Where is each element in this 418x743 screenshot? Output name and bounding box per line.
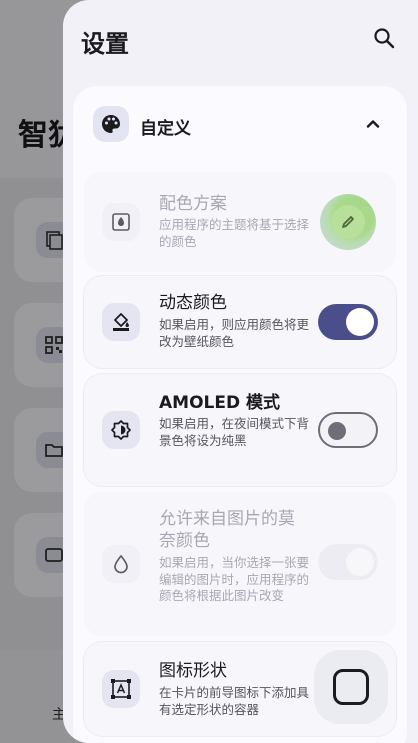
monet-toggle[interactable] (318, 544, 378, 580)
setting-title: AMOLED 模式 (159, 393, 281, 413)
dynamic-colors-toggle[interactable] (318, 304, 378, 340)
brightness-icon (102, 411, 140, 449)
palette-icon (93, 106, 129, 142)
setting-color-scheme: 配色方案 应用程序的主题将基于选择的颜色 (84, 172, 396, 272)
toggle-knob (346, 548, 374, 576)
setting-dynamic-colors[interactable]: 动态颜色 如果启用，则应用颜色将更改为壁纸颜色 (84, 276, 396, 368)
toggle-knob (346, 308, 374, 336)
setting-title: 配色方案 (159, 194, 227, 214)
group-label: 自定义 (140, 119, 191, 139)
setting-monet-from-image: 允许来自图片的莫奈颜色 如果启用，当你选择一张要编辑的图片时，应用程序的颜色将根… (84, 492, 396, 636)
setting-description: 在卡片的前导图标下添加具有选定形状的容器 (159, 685, 310, 717)
sheet-header: 设置 (63, 0, 418, 76)
toggle-knob (328, 422, 346, 440)
setting-title: 图标形状 (159, 661, 227, 681)
color-picker-button[interactable] (320, 194, 376, 250)
edit-icon (342, 216, 354, 228)
paint-bucket-icon (102, 303, 140, 341)
sheet-title: 设置 (81, 30, 129, 58)
customization-group: 自定义 配色方案 应用程序的主题将基于选择的颜色 动态颜色 如果启用，则应用颜色… (73, 86, 407, 743)
setting-title: 允许来自图片的莫奈颜色 (159, 509, 295, 551)
collapse-button[interactable] (361, 112, 385, 136)
search-button[interactable] (370, 24, 398, 52)
setting-description: 如果启用，在夜间模式下背景色将设为纯黑 (159, 416, 310, 448)
setting-title: 动态颜色 (159, 293, 227, 313)
setting-description: 如果启用，则应用颜色将更改为壁纸颜色 (159, 317, 310, 349)
icon-shape-icon (102, 670, 140, 708)
settings-sheet: 设置 自定义 配色方案 应用程序的主题将基于选择的颜色 动态颜色 如果启用，则应… (63, 0, 418, 743)
setting-icon-shape[interactable]: 图标形状 在卡片的前导图标下添加具有选定形状的容器 (84, 642, 396, 736)
rounded-square-icon (333, 669, 369, 705)
amoled-toggle[interactable] (318, 412, 378, 448)
water-drop-icon (102, 545, 140, 583)
shape-preview-button[interactable] (314, 650, 388, 724)
setting-description: 如果启用，当你选择一张要编辑的图片时，应用程序的颜色将根据此图片改变 (159, 555, 310, 603)
group-header[interactable]: 自定义 (73, 86, 407, 162)
setting-amoled-mode[interactable]: AMOLED 模式 如果启用，在夜间模式下背景色将设为纯黑 (84, 374, 396, 486)
setting-description: 应用程序的主题将基于选择的颜色 (159, 217, 310, 249)
chevron-up-icon (366, 120, 380, 128)
search-icon (374, 28, 395, 49)
color-scheme-icon (102, 203, 140, 241)
